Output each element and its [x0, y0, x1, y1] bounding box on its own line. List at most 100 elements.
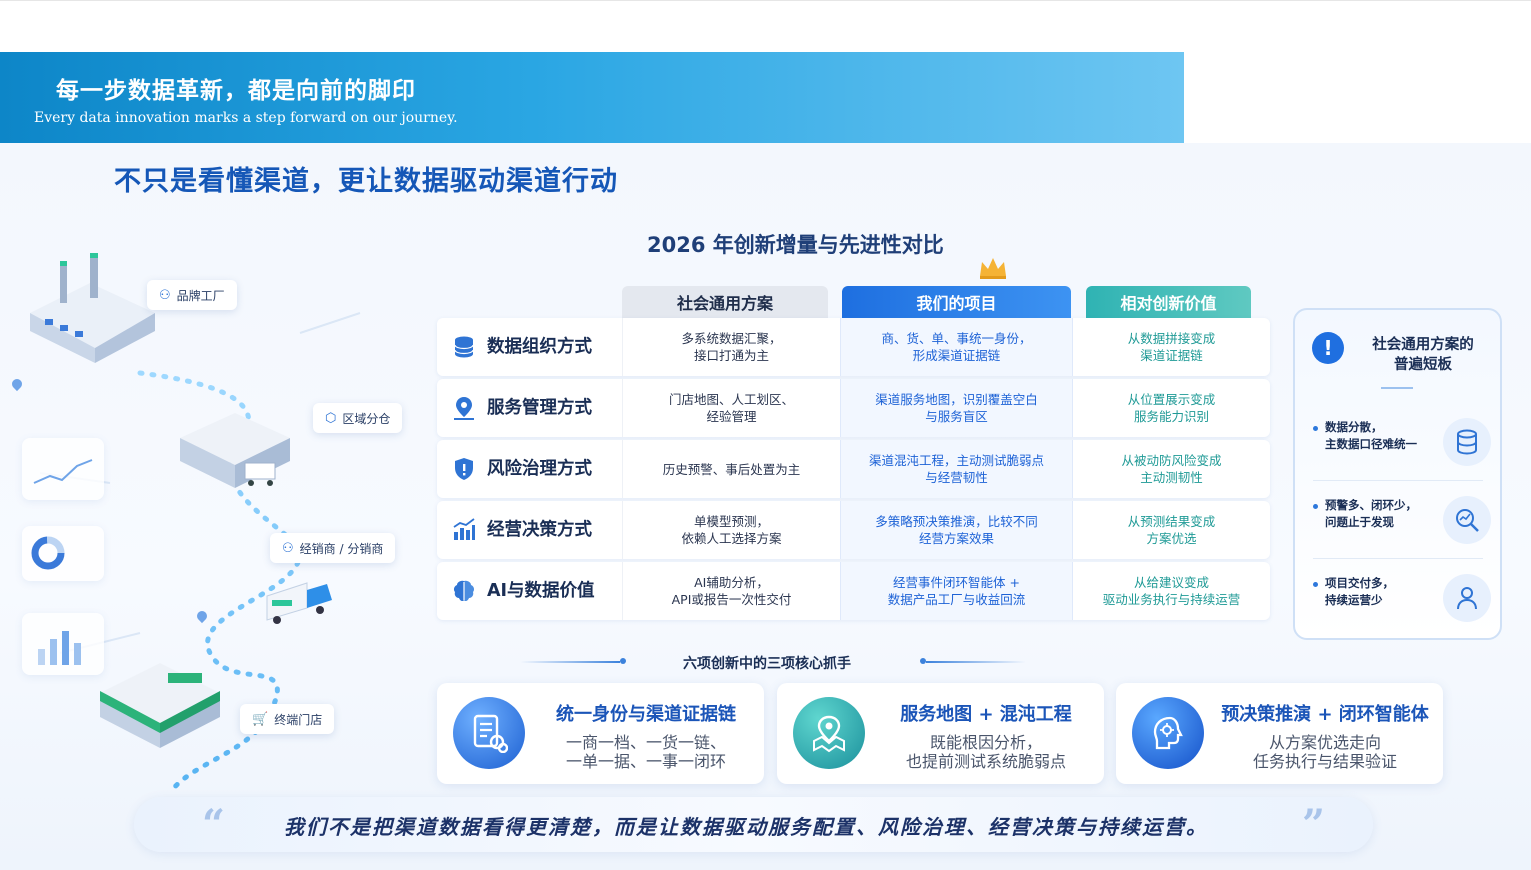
person-icon — [1443, 574, 1491, 622]
factory-building — [20, 253, 160, 367]
bar-chart-icon — [453, 518, 475, 540]
mini-donut-chart — [22, 526, 104, 581]
tag-regional-warehouse: ⬡ 区域分仓 — [313, 403, 403, 433]
core-card-title: 服务地图 + 混沌工程 — [900, 704, 1072, 725]
channel-illustration: ⚇ 品牌工厂 ⬡ 区域分仓 ⚇ 经销商 / 分销商 🛒 终端门店 — [0, 233, 430, 853]
open-quote-icon: “ — [202, 801, 226, 848]
quote-text: 我们不是把渠道数据看得更清楚，而是让数据驱动服务配置、风险治理、经营决策与持续运… — [284, 815, 1208, 839]
list-item: 项目交付多， 持续运营少 — [1313, 570, 1491, 630]
divider — [1313, 480, 1483, 481]
warehouse-building — [175, 403, 295, 497]
header-our-project: 我们的项目 — [842, 286, 1071, 318]
bullet — [1313, 426, 1318, 431]
section-line-left — [520, 661, 620, 663]
top-strip — [0, 0, 1531, 52]
divider — [1381, 387, 1413, 389]
shortboard-panel: ! 社会通用方案的 普遍短板 数据分散， 主数据口径难统一 预警多、闭环少， 问… — [1293, 308, 1502, 640]
ai-head-icon — [1132, 697, 1204, 769]
database-icon — [454, 336, 474, 358]
cell-value: 从位置展示变成 服务能力识别 — [1127, 392, 1216, 424]
core-card-desc: 一商一档、一货一链、 一单一据、一事一闭环 — [565, 733, 726, 771]
tag-distributor: ⚇ 经销商 / 分销商 — [270, 533, 396, 563]
section-line-right — [926, 661, 1026, 663]
core-card-title: 统一身份与渠道证据链 — [556, 704, 736, 725]
banner-subtitle: Every data innovation marks a step forwa… — [34, 110, 458, 126]
tag-terminal-store-label: 终端门店 — [274, 712, 323, 727]
table-row: AI与数据价值 AI辅助分析， API或报告一次性交付 经营事件闭环智能体 + … — [437, 562, 1270, 620]
map-location-icon — [793, 697, 865, 769]
row-label-text: 风险治理方式 — [487, 458, 592, 479]
box-icon: ⬡ — [325, 410, 337, 426]
mini-line-chart — [22, 438, 104, 500]
page-headline: 不只是看懂渠道，更让数据驱动渠道行动 — [114, 166, 618, 197]
row-label-text: 服务管理方式 — [487, 397, 592, 418]
search-chart-icon — [1443, 496, 1491, 544]
bullet — [1313, 582, 1318, 587]
alert-icon: ! — [1312, 332, 1344, 364]
cell-general: AI辅助分析， API或报告一次性交付 — [622, 562, 840, 620]
row-label-text: 经营决策方式 — [487, 519, 592, 540]
bullet — [1313, 504, 1318, 509]
cell-general: 门店地图、人工划区、 经验管理 — [622, 379, 840, 437]
truck-graphic — [262, 578, 342, 632]
core-card-identity: 统一身份与渠道证据链 一商一档、一货一链、 一单一据、一事一闭环 — [437, 683, 764, 784]
cell-general: 多系统数据汇聚， 接口打通为主 — [622, 318, 840, 376]
tag-brand-factory-label: 品牌工厂 — [176, 288, 225, 303]
cell-ours: 渠道混沌工程，主动测试脆弱点 与经营韧性 — [840, 440, 1073, 498]
row-label: 服务管理方式 — [437, 379, 621, 437]
cell-ours: 经营事件闭环智能体 + 数据产品工厂与收益回流 — [840, 562, 1073, 620]
main-slide: 不只是看懂渠道，更让数据驱动渠道行动 ⚇ 品牌工厂 ⬡ 区域分仓 ⚇ 经销商 /… — [0, 143, 1531, 870]
core-card-pre-decision: 预决策推演 + 闭环智能体 从方案优选走向 任务执行与结果验证 — [1116, 683, 1443, 784]
cell-ours: 商、货、单、事统一身份， 形成渠道证据链 — [840, 318, 1073, 376]
tag-distributor-label: 经销商 / 分销商 — [299, 541, 384, 556]
list-item: 数据分散， 主数据口径难统一 — [1313, 414, 1491, 474]
document-link-icon — [453, 697, 525, 769]
core-card-title: 预决策推演 + 闭环智能体 — [1221, 704, 1429, 725]
crown-icon — [980, 258, 1006, 279]
row-label: 数据组织方式 — [437, 318, 621, 376]
table-row: 数据组织方式 多系统数据汇聚， 接口打通为主 商、货、单、事统一身份， 形成渠道… — [437, 318, 1270, 376]
store-building — [90, 643, 230, 757]
header-general-solution: 社会通用方案 — [622, 286, 828, 318]
table-row: 服务管理方式 门店地图、人工划区、 经验管理 渠道服务地图，识别覆盖空白 与服务… — [437, 379, 1270, 437]
comparison-title: 2026 年创新增量与先进性对比 — [647, 233, 944, 257]
list-item: 预警多、闭环少， 问题止于发现 — [1313, 492, 1491, 552]
section-dot-left — [620, 658, 626, 664]
divider — [1313, 558, 1483, 559]
cell-general: 历史预警、事后处置为主 — [622, 440, 840, 498]
core-card-desc: 既能根因分析， 也提前测试系统脆弱点 — [905, 733, 1066, 771]
shortboard-item-text: 项目交付多， 持续运营少 — [1325, 576, 1394, 607]
banner: 每一步数据革新，都是向前的脚印 Every data innovation ma… — [0, 52, 1184, 143]
row-label: 经营决策方式 — [437, 501, 621, 559]
tag-brand-factory: ⚇ 品牌工厂 — [147, 280, 237, 310]
brain-icon — [453, 580, 475, 602]
tag-terminal-store: 🛒 终端门店 — [240, 704, 335, 734]
table-row: 风险治理方式 历史预警、事后处置为主 渠道混沌工程，主动测试脆弱点 与经营韧性 … — [437, 440, 1270, 498]
cell-value: 从数据拼接变成 渠道证据链 — [1127, 331, 1216, 363]
shortboard-item-text: 预警多、闭环少， 问题止于发现 — [1325, 498, 1417, 529]
header-innovation-value: 相对创新价值 — [1086, 286, 1251, 318]
cell-value: 从被动防风险变成 主动测韧性 — [1121, 453, 1222, 485]
cell-value: 从预测结果变成 方案优选 — [1127, 514, 1216, 546]
cell-ours: 多策略预决策推演，比较不同 经营方案效果 — [840, 501, 1073, 559]
cell-ours: 渠道服务地图，识别覆盖空白 与服务盲区 — [840, 379, 1073, 437]
shortboard-title: 社会通用方案的 普遍短板 — [1372, 337, 1474, 373]
shortboard-item-text: 数据分散， 主数据口径难统一 — [1325, 420, 1417, 451]
user-icon: ⚇ — [282, 540, 294, 556]
mini-bar-chart — [22, 613, 104, 675]
core-card-service-map: 服务地图 + 混沌工程 既能根因分析， 也提前测试系统脆弱点 — [777, 683, 1104, 784]
row-label-text: AI与数据价值 — [487, 580, 595, 601]
cell-value: 从给建议变成 驱动业务执行与持续运营 — [1102, 575, 1241, 607]
table-row: 经营决策方式 单模型预测， 依赖人工选择方案 多策略预决策推演，比较不同 经营方… — [437, 501, 1270, 559]
tag-regional-warehouse-label: 区域分仓 — [342, 411, 391, 426]
close-quote-icon: ” — [1302, 801, 1326, 848]
row-label: 风险治理方式 — [437, 440, 621, 498]
row-label-text: 数据组织方式 — [487, 336, 592, 357]
cell-general: 单模型预测， 依赖人工选择方案 — [622, 501, 840, 559]
banner-title: 每一步数据革新，都是向前的脚印 — [56, 77, 416, 104]
cart-icon: 🛒 — [252, 711, 269, 727]
shield-icon — [455, 458, 473, 480]
core-card-desc: 从方案优选走向 任务执行与结果验证 — [1252, 733, 1397, 771]
user-icon: ⚇ — [159, 287, 171, 303]
closing-quote: “ 我们不是把渠道数据看得更清楚，而是让数据驱动服务配置、风险治理、经营决策与持… — [134, 797, 1373, 852]
